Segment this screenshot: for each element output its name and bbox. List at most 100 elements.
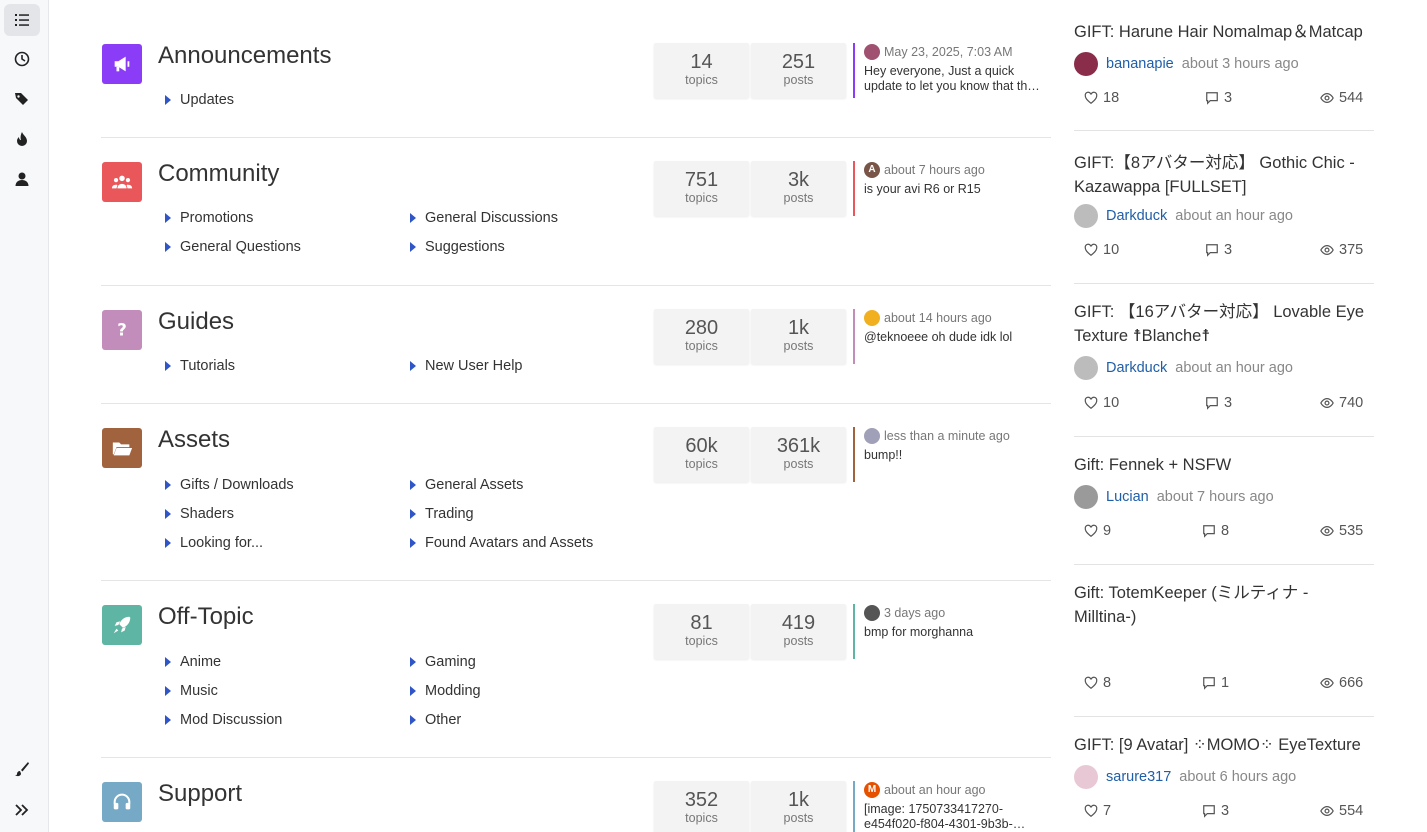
expand-icon[interactable] bbox=[4, 794, 40, 826]
topic-title[interactable]: GIFT: Harune Hair Nomalmap＆Matcap bbox=[1074, 20, 1374, 44]
topic-meta: bananapie about 3 hours ago bbox=[1074, 52, 1299, 76]
avatar[interactable] bbox=[1074, 52, 1098, 76]
avatar[interactable] bbox=[864, 309, 880, 326]
last-post[interactable]: about 14 hours ago @teknoeee oh dude idk… bbox=[853, 309, 1049, 364]
subcategory-link[interactable]: Looking for... bbox=[165, 535, 263, 551]
last-post-text[interactable]: [image: 1750733417270-e454f020-f804-4301… bbox=[864, 802, 1049, 832]
topic-author[interactable]: sarure317 bbox=[1106, 769, 1171, 785]
topic-author[interactable]: Lucian bbox=[1106, 489, 1149, 505]
topic-author[interactable]: bananapie bbox=[1106, 56, 1174, 72]
avatar[interactable] bbox=[1074, 485, 1098, 509]
topic-title[interactable]: Gift: TotemKeeper (ミルティナ - Milltina-) bbox=[1074, 581, 1374, 629]
brush-icon[interactable] bbox=[4, 753, 40, 785]
comment-icon bbox=[1206, 397, 1218, 410]
avatar[interactable] bbox=[864, 604, 880, 621]
avatar[interactable] bbox=[1074, 204, 1098, 228]
last-post[interactable]: 3 days ago bmp for morghanna bbox=[853, 604, 1049, 659]
posts-count: 251 posts bbox=[751, 43, 846, 98]
category-title[interactable]: Assets bbox=[158, 426, 230, 454]
topic-time: about an hour ago bbox=[1175, 360, 1293, 376]
last-post-text[interactable]: bump!! bbox=[864, 448, 1049, 463]
avatar[interactable] bbox=[1074, 765, 1098, 789]
category-title[interactable]: Guides bbox=[158, 308, 234, 336]
question-icon[interactable]: ? bbox=[102, 310, 142, 350]
category-assets: Assets Gifts / Downloads General Assets … bbox=[101, 404, 1051, 581]
category-support: Support 352 topics 1k posts Mabout an hour… bbox=[101, 758, 1051, 832]
topic-title[interactable]: GIFT: [9 Avatar] ⁘MOMO⁘ EyeTexture bbox=[1074, 733, 1374, 757]
topic-author[interactable]: Darkduck bbox=[1106, 208, 1167, 224]
last-post-text[interactable]: bmp for morghanna bbox=[864, 625, 1049, 640]
last-post-text[interactable]: @teknoeee oh dude idk lol bbox=[864, 330, 1049, 345]
topic-meta: Darkduck about an hour ago bbox=[1074, 204, 1293, 228]
subcategory-link[interactable]: Updates bbox=[165, 92, 234, 108]
subcategory-link[interactable]: Mod Discussion bbox=[165, 712, 282, 728]
tags-icon[interactable] bbox=[4, 83, 40, 115]
subcategory-link[interactable]: Music bbox=[165, 683, 218, 699]
last-post-text[interactable]: Hey everyone, Just a quick update to let… bbox=[864, 64, 1049, 94]
subcategory-link[interactable]: General Assets bbox=[410, 477, 523, 493]
megaphone-icon[interactable] bbox=[102, 44, 142, 84]
topics-count: 352 topics bbox=[654, 781, 749, 832]
subcategory-link[interactable]: New User Help bbox=[410, 358, 523, 374]
users-icon[interactable] bbox=[102, 162, 142, 202]
topic-time: about 6 hours ago bbox=[1179, 769, 1297, 785]
category-title[interactable]: Support bbox=[158, 780, 242, 808]
subcategory-link[interactable]: General Questions bbox=[165, 239, 301, 255]
subcategory-link[interactable]: Found Avatars and Assets bbox=[410, 535, 593, 551]
category-title[interactable]: Community bbox=[158, 160, 279, 188]
posts-count: 1k posts bbox=[751, 309, 846, 364]
subcategory-link[interactable]: Other bbox=[410, 712, 461, 728]
topic-counts: 10 3 740 bbox=[1074, 395, 1374, 415]
comment-icon bbox=[1206, 92, 1218, 105]
posts-count: 419 posts bbox=[751, 604, 846, 659]
last-post[interactable]: less than a minute ago bump!! bbox=[853, 427, 1049, 482]
eye-icon bbox=[1320, 678, 1334, 688]
views-count: 375 bbox=[1320, 242, 1363, 258]
subcategory-link[interactable]: Suggestions bbox=[410, 239, 505, 255]
topic-time: about 7 hours ago bbox=[1156, 489, 1274, 505]
last-post[interactable]: Aabout 7 hours ago is your avi R6 or R15 bbox=[853, 161, 1049, 216]
category-title[interactable]: Off-Topic bbox=[158, 603, 254, 631]
topic-title[interactable]: Gift: Fennek + NSFW bbox=[1074, 453, 1374, 477]
subcategory-link[interactable]: Trading bbox=[410, 506, 474, 522]
last-post-time: about 14 hours ago bbox=[884, 310, 992, 325]
avatar[interactable] bbox=[864, 427, 880, 444]
comment-icon bbox=[1203, 805, 1215, 818]
topic-author[interactable]: Darkduck bbox=[1106, 360, 1167, 376]
subcategory-link[interactable]: Anime bbox=[165, 654, 221, 670]
category-community: Community Promotions General Discussions… bbox=[101, 138, 1051, 286]
subcategory-link[interactable]: General Discussions bbox=[410, 210, 558, 226]
topic-counts: 18 3 544 bbox=[1074, 90, 1374, 110]
replies-count: 3 bbox=[1205, 90, 1232, 106]
topic-title[interactable]: GIFT: 【16アバター対応】 Lovable Eye Texture ☨Bl… bbox=[1074, 300, 1374, 348]
topics-count: 60k topics bbox=[654, 427, 749, 482]
avatar[interactable]: A bbox=[864, 161, 880, 178]
popular-fire-icon[interactable] bbox=[4, 123, 40, 155]
topic-meta: sarure317 about 6 hours ago bbox=[1074, 765, 1296, 789]
subcategory-link[interactable]: Promotions bbox=[165, 210, 253, 226]
categories-list-icon[interactable] bbox=[4, 4, 40, 36]
avatar[interactable] bbox=[1074, 356, 1098, 380]
last-post-time: about an hour ago bbox=[884, 782, 986, 797]
category-title[interactable]: Announcements bbox=[158, 42, 331, 70]
user-icon[interactable] bbox=[4, 163, 40, 195]
avatar[interactable] bbox=[864, 43, 880, 60]
headset-icon[interactable] bbox=[102, 782, 142, 822]
folder-icon[interactable] bbox=[102, 428, 142, 468]
avatar[interactable]: M bbox=[864, 781, 880, 798]
subcategory-link[interactable]: Gifts / Downloads bbox=[165, 477, 294, 493]
topics-count: 751 topics bbox=[654, 161, 749, 216]
rocket-icon[interactable] bbox=[102, 605, 142, 645]
subcategory-link[interactable]: Shaders bbox=[165, 506, 234, 522]
last-post[interactable]: May 23, 2025, 7:03 AM Hey everyone, Just… bbox=[853, 43, 1049, 98]
last-post[interactable]: Mabout an hour ago [image: 1750733417270… bbox=[853, 781, 1049, 832]
subcategory-link[interactable]: Modding bbox=[410, 683, 481, 699]
last-post-time: 3 days ago bbox=[884, 605, 946, 620]
last-post-text[interactable]: is your avi R6 or R15 bbox=[864, 182, 1049, 197]
topic-title[interactable]: GIFT:【8アバター対応】 Gothic Chic - Kazawappa [… bbox=[1074, 151, 1374, 199]
subcategory-link[interactable]: Gaming bbox=[410, 654, 476, 670]
replies-count: 1 bbox=[1202, 675, 1229, 691]
recent-clock-icon[interactable] bbox=[4, 43, 40, 75]
subcategory-link[interactable]: Tutorials bbox=[165, 358, 235, 374]
topic-time: about 3 hours ago bbox=[1181, 56, 1299, 72]
